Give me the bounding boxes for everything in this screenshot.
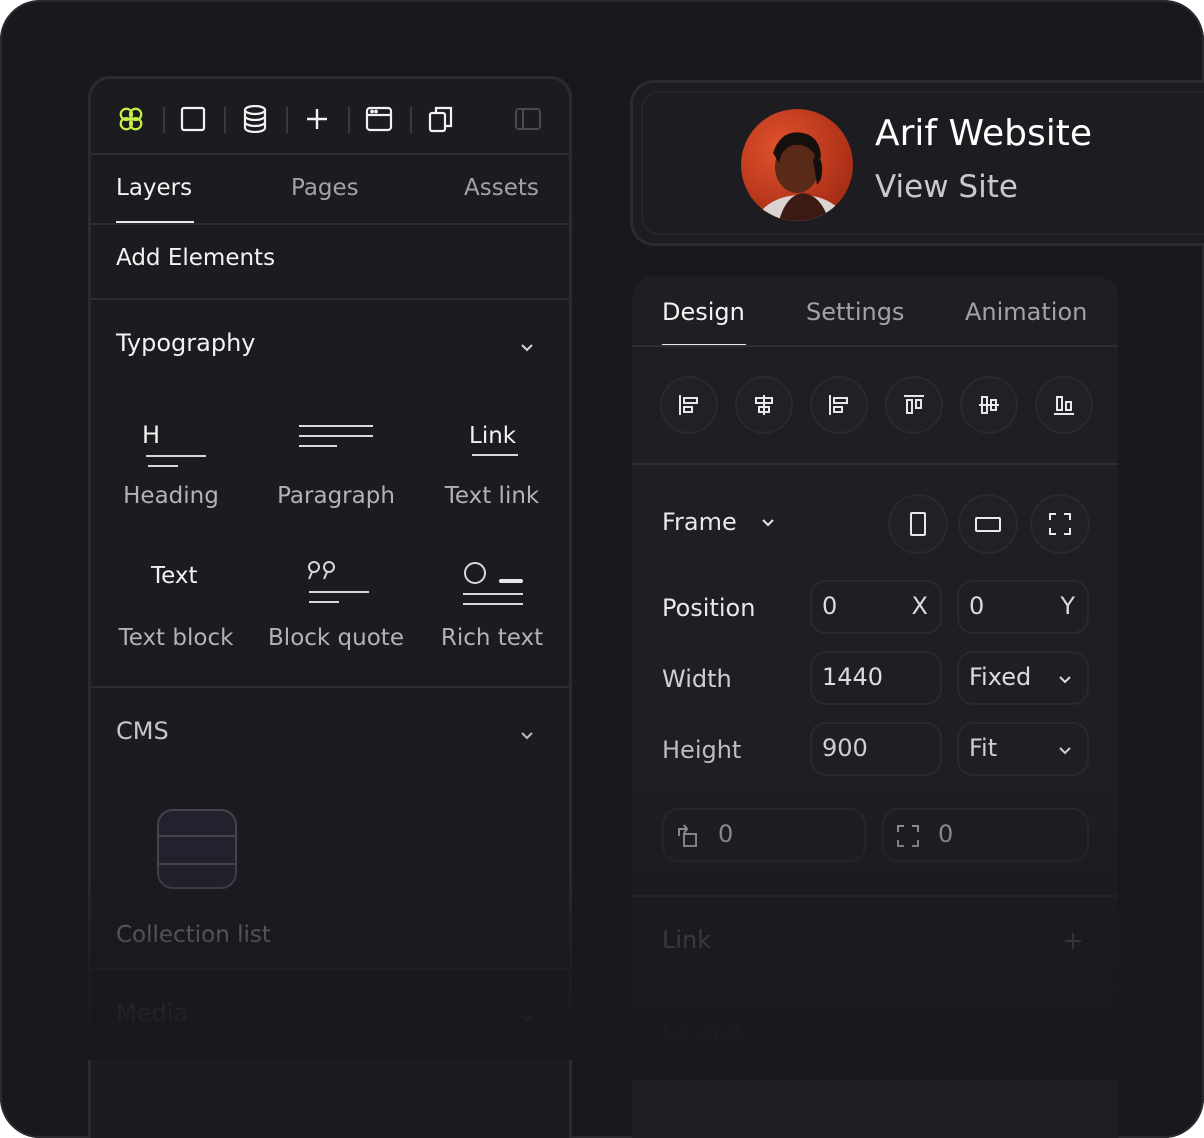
toolbar: [91, 79, 569, 155]
align-center-h-icon[interactable]: [737, 378, 791, 432]
element-label: Rich text: [440, 625, 544, 651]
block-quote-element[interactable]: Block quote: [261, 561, 411, 651]
quote-icon: [261, 561, 411, 621]
align-left-icon[interactable]: [662, 378, 716, 432]
text-block-icon: Text: [151, 563, 198, 589]
sidebar-toggle-icon[interactable]: [514, 105, 542, 133]
link-icon: Link: [417, 419, 567, 479]
tab-pages[interactable]: Pages: [291, 175, 359, 201]
element-label: Paragraph: [277, 483, 395, 509]
chevron-down-icon: [1059, 747, 1071, 755]
element-label: Block quote: [268, 625, 404, 651]
chevron-down-icon[interactable]: [519, 339, 535, 355]
text-block-element[interactable]: Text Text block: [101, 561, 251, 651]
position-y-field[interactable]: 0 Y: [957, 580, 1089, 634]
tab-settings[interactable]: Settings: [806, 298, 904, 326]
add-elements-heading: Add Elements: [116, 245, 276, 271]
add-elements-panel: Layers Pages Assets Add Elements Typogra…: [88, 76, 572, 1138]
chevron-down-icon[interactable]: [519, 727, 535, 743]
browser-window-icon[interactable]: [365, 105, 393, 133]
frame-square-icon[interactable]: [179, 105, 207, 133]
tab-assets[interactable]: Assets: [464, 175, 539, 201]
tab-animation[interactable]: Animation: [965, 298, 1087, 326]
link-section-title[interactable]: Link: [662, 926, 711, 954]
chevron-down-icon: [1059, 676, 1071, 684]
text-link-element[interactable]: Link Text link: [417, 419, 567, 509]
align-top-icon[interactable]: [887, 378, 941, 432]
layout-section-title[interactable]: Layout: [662, 1018, 744, 1046]
fullscreen-icon[interactable]: [1032, 496, 1088, 552]
cms-section-title[interactable]: CMS: [116, 717, 169, 745]
typography-section-title[interactable]: Typography: [116, 329, 256, 357]
position-x-field[interactable]: 0 X: [810, 580, 942, 634]
paragraph-icon: [261, 419, 411, 479]
view-site-link[interactable]: View Site: [875, 169, 1018, 205]
plus-icon[interactable]: [303, 105, 331, 133]
rich-text-icon: [417, 561, 567, 621]
width-field[interactable]: 1440: [810, 651, 942, 705]
element-label: Text link: [444, 483, 540, 509]
rotation-field[interactable]: 0: [662, 808, 866, 862]
collection-list-label[interactable]: Collection list: [116, 922, 271, 948]
plus-icon[interactable]: [1064, 932, 1082, 950]
frame-label[interactable]: Frame: [662, 508, 737, 536]
chevron-down-icon[interactable]: [519, 1009, 535, 1025]
left-tabs: Layers Pages Assets: [91, 153, 569, 225]
element-label: Heading: [123, 483, 219, 509]
logo-icon[interactable]: [117, 105, 145, 133]
site-card: Arif Website View Site: [630, 80, 1204, 246]
height-mode-select[interactable]: Fit: [957, 722, 1089, 776]
avatar[interactable]: [741, 109, 853, 221]
height-field[interactable]: 900: [810, 722, 942, 776]
width-label: Width: [662, 665, 732, 693]
collection-list-icon[interactable]: [157, 809, 237, 889]
chevron-down-icon[interactable]: [760, 514, 776, 530]
tab-layers[interactable]: Layers: [116, 175, 192, 201]
design-panel: Design Settings Animation Frame Position…: [632, 276, 1118, 1138]
heading-icon: H: [96, 419, 246, 479]
media-section-title[interactable]: Media: [116, 999, 188, 1027]
rich-text-element[interactable]: Rich text: [417, 561, 567, 651]
database-icon[interactable]: [241, 105, 269, 133]
position-label: Position: [662, 594, 756, 622]
align-right-icon[interactable]: [812, 378, 866, 432]
align-bottom-icon[interactable]: [1037, 378, 1091, 432]
heading-element[interactable]: H Heading: [96, 419, 246, 509]
tab-active-underline: [116, 221, 194, 223]
paragraph-element[interactable]: Paragraph: [261, 419, 411, 509]
portrait-icon[interactable]: [890, 496, 946, 552]
landscape-icon[interactable]: [960, 496, 1016, 552]
rotate-icon: [678, 824, 697, 847]
copy-icon[interactable]: [427, 105, 455, 133]
element-label: Text block: [118, 625, 234, 651]
align-center-v-icon[interactable]: [962, 378, 1016, 432]
site-title: Arif Website: [875, 113, 1093, 154]
height-label: Height: [662, 736, 742, 764]
app-frame: Layers Pages Assets Add Elements Typogra…: [0, 0, 1204, 1138]
tab-design[interactable]: Design: [662, 298, 745, 326]
corner-icon: [897, 825, 919, 847]
corner-radius-field[interactable]: 0: [882, 808, 1089, 862]
width-mode-select[interactable]: Fixed: [957, 651, 1089, 705]
